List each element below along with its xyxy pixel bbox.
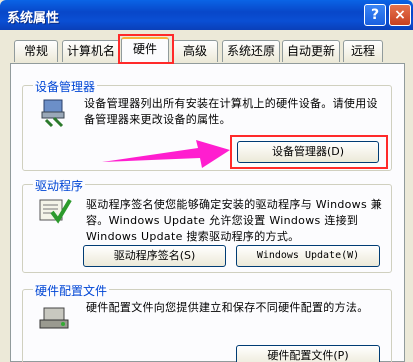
- hardware-profiles-description: 硬件配置文件向您提供建立和保存不同硬件配置的方法。: [86, 301, 369, 314]
- driver-signing-icon: [39, 198, 72, 224]
- hardware-profiles-group-label: 硬件配置文件: [33, 282, 110, 299]
- tab-computer-name[interactable]: 计算机名: [62, 40, 120, 62]
- device-manager-description: 设备管理器列出所有安装在计算机上的硬件设备。请使用设备管理器来更改设备的属性。: [84, 97, 378, 126]
- close-button[interactable]: ×: [389, 4, 411, 26]
- hardware-profiles-icon: [39, 307, 69, 329]
- windows-update-button[interactable]: Windows Update(W): [236, 245, 380, 267]
- drivers-description: 驱动程序签名使您能够确定安装的驱动程序与 Windows 兼容。Windows …: [86, 198, 383, 243]
- tab-remote[interactable]: 远程: [343, 40, 383, 62]
- driver-signing-button[interactable]: 驱动程序签名(S): [83, 245, 226, 267]
- device-manager-group-label: 设备管理器: [33, 78, 98, 95]
- hardware-tab-highlight: [118, 34, 174, 64]
- tab-system-restore[interactable]: 系统还原: [222, 40, 280, 62]
- window-title: 系统属性: [7, 11, 60, 26]
- tab-automatic-updates[interactable]: 自动更新: [282, 40, 340, 62]
- device-manager-icon: [41, 99, 65, 128]
- help-button[interactable]: ?: [364, 4, 386, 26]
- title-bar: 系统属性 ? ×: [0, 0, 413, 30]
- tab-strip: 常规 计算机名 硬件 高级 系统还原 自动更新 远程: [0, 30, 413, 64]
- hardware-profiles-button[interactable]: 硬件配置文件(P): [236, 345, 380, 362]
- annotation-arrow-icon: [102, 140, 230, 168]
- drivers-group-label: 驱动程序: [33, 177, 86, 194]
- device-manager-button-highlight: [230, 135, 388, 169]
- tab-general[interactable]: 常规: [14, 40, 58, 62]
- tab-advanced[interactable]: 高级: [172, 40, 218, 62]
